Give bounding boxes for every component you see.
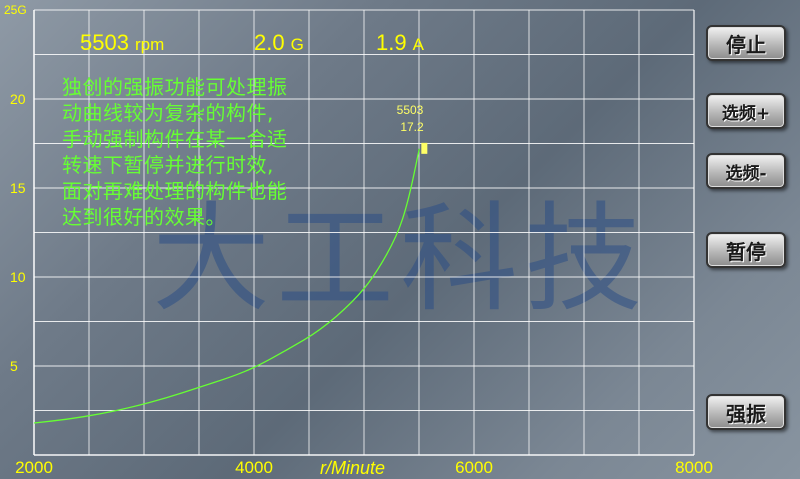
- stop-button[interactable]: 停止: [706, 25, 786, 61]
- x-tick-label: 8000: [675, 458, 713, 477]
- y-tick-label: 20: [10, 91, 26, 107]
- rpm-value: 5503: [80, 30, 129, 55]
- point-label-y: 17.2: [400, 120, 424, 134]
- description-line: 面对再难处理的构件也能: [62, 179, 288, 203]
- select-frequency-down-button[interactable]: 选频-: [706, 153, 786, 189]
- y-tick-label: 25G: [4, 3, 27, 17]
- force-vibration-button[interactable]: 强振: [706, 394, 786, 430]
- x-tick-label: 2000: [15, 458, 53, 477]
- pause-button[interactable]: 暂停: [706, 232, 786, 268]
- point-label-x: 5503: [396, 103, 424, 117]
- chart-area: 大工科技: [33, 9, 695, 456]
- g-unit: G: [290, 35, 304, 54]
- y-tick-label: 15: [10, 180, 26, 196]
- x-tick-label: 6000: [455, 458, 493, 477]
- description-line: 独创的强振功能可处理振: [62, 75, 288, 99]
- current-value: 1.9: [376, 30, 407, 55]
- current-unit: A: [412, 35, 424, 54]
- y-tick-label: 5: [10, 358, 18, 374]
- y-tick-label: 10: [10, 269, 26, 285]
- current-point-marker: [421, 142, 428, 154]
- feature-description: 独创的强振功能可处理振 动曲线较为复杂的构件, 手动强制构件在某一合适 转速下暂…: [62, 74, 362, 230]
- x-tick-label: 4000: [235, 458, 273, 477]
- current-readout: 1.9 A: [376, 30, 424, 56]
- description-line: 动曲线较为复杂的构件,: [62, 101, 274, 125]
- rpm-unit: rpm: [134, 35, 165, 54]
- g-readout: 2.0 G: [254, 30, 304, 56]
- description-line: 达到很好的效果。: [62, 205, 226, 229]
- select-frequency-up-button[interactable]: 选频+: [706, 93, 786, 129]
- g-value: 2.0: [254, 30, 285, 55]
- x-axis-label: r/Minute: [320, 458, 386, 478]
- description-line: 转速下暂停并进行时效,: [62, 153, 274, 177]
- description-line: 手动强制构件在某一合适: [62, 127, 288, 151]
- rpm-readout: 5503 rpm: [80, 30, 164, 56]
